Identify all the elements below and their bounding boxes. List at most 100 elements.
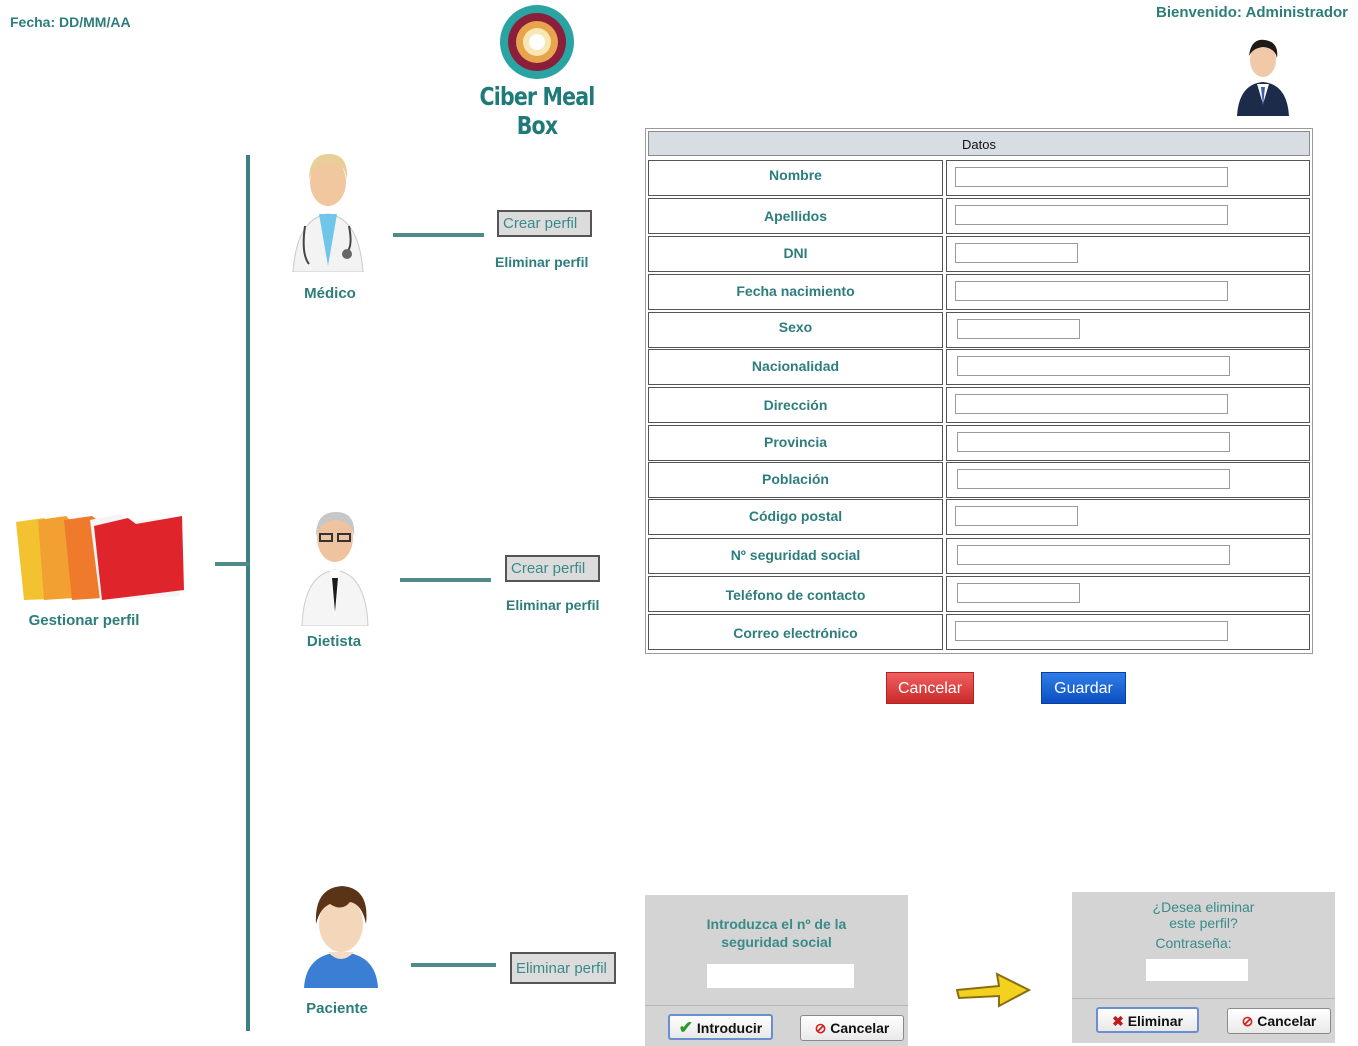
field-cell	[946, 387, 1310, 423]
dialog-prompt-line2: seguridad social	[721, 934, 832, 950]
dialog-delete-cancel-label: Cancelar	[1257, 1013, 1317, 1029]
patient-icon[interactable]	[302, 884, 380, 988]
tree-medico-connector	[393, 233, 484, 237]
form-row-nacionalidad: Nacionalidad	[648, 349, 1310, 385]
form-row-poblacion: Población	[648, 462, 1310, 498]
password-input[interactable]	[1146, 959, 1248, 981]
form-row-correo: Correo electrónico	[648, 614, 1310, 650]
tree-root-connector	[215, 562, 249, 566]
app-logo-text: Ciber Meal Box	[479, 82, 596, 140]
dialog-prompt-line1: Introduzca el nº de la	[706, 916, 847, 932]
folder-icon[interactable]	[10, 510, 186, 602]
tree-dietista-connector	[400, 578, 491, 582]
x-icon: ✖	[1112, 1013, 1124, 1029]
dialog-delete-cancel-button[interactable]: ⊘ Cancelar	[1227, 1008, 1331, 1034]
sexo-input[interactable]	[957, 319, 1080, 339]
tree-vertical-line	[246, 155, 250, 1031]
field-cell	[946, 499, 1310, 535]
field-label: Apellidos	[648, 198, 943, 234]
field-label: Nombre	[648, 160, 943, 196]
eliminar-label: Eliminar	[1127, 1013, 1183, 1029]
field-cell	[946, 198, 1310, 234]
codigo-postal-input[interactable]	[955, 506, 1078, 526]
fecha-nacimiento-input[interactable]	[955, 281, 1228, 301]
arrow-right-icon	[955, 970, 1032, 1010]
field-cell	[946, 462, 1310, 498]
field-label: Código postal	[648, 499, 943, 535]
dietista-label: Dietista	[306, 633, 362, 650]
dialog-question-line2: este perfil?	[1169, 915, 1238, 931]
introducir-label: Introducir	[696, 1020, 763, 1036]
field-label: Correo electrónico	[648, 614, 943, 650]
form-row-seguridad-social: Nº seguridad social	[648, 538, 1310, 574]
form-row-nombre: Nombre	[648, 160, 1310, 196]
form-save-button[interactable]: Guardar	[1041, 672, 1126, 704]
form-header: Datos	[648, 131, 1310, 156]
dietista-delete-profile-link[interactable]: Eliminar perfil	[506, 597, 599, 613]
apellidos-input[interactable]	[955, 205, 1228, 225]
social-security-input[interactable]	[707, 964, 854, 988]
telefono-input[interactable]	[957, 583, 1080, 603]
field-label: Fecha nacimiento	[648, 274, 943, 310]
field-label: Dirección	[648, 387, 943, 423]
form-row-codigo-postal: Código postal	[648, 499, 1310, 535]
cancel-circle-icon: ⊘	[1241, 1013, 1254, 1029]
provincia-input[interactable]	[957, 432, 1230, 452]
field-cell	[946, 576, 1310, 612]
medico-label: Médico	[304, 285, 356, 302]
field-label: Teléfono de contacto	[648, 576, 943, 612]
password-label: Contraseña:	[1155, 935, 1232, 951]
nombre-input[interactable]	[955, 167, 1228, 187]
welcome-label: Bienvenido: Administrador	[1156, 4, 1348, 21]
dni-input[interactable]	[955, 243, 1078, 263]
form-row-direccion: Dirección	[648, 387, 1310, 423]
cancel-circle-icon: ⊘	[814, 1020, 827, 1036]
correo-input[interactable]	[955, 621, 1228, 641]
medico-create-profile-button[interactable]: Crear perfil	[497, 210, 592, 237]
date-label: Fecha: DD/MM/AA	[10, 14, 131, 30]
profile-data-form: Datos Nombre Apellidos DNI Fecha nacimie…	[645, 128, 1313, 654]
direccion-input[interactable]	[955, 394, 1228, 414]
check-icon: ✔	[678, 1018, 693, 1037]
root-label: Gestionar perfil	[28, 612, 140, 629]
delete-confirm-dialog: ¿Desea eliminar este perfil? Contraseña:…	[1072, 892, 1335, 1043]
form-row-telefono: Teléfono de contacto	[648, 576, 1310, 612]
field-label: Sexo	[648, 312, 943, 348]
field-cell	[946, 538, 1310, 574]
form-row-dni: DNI	[648, 236, 1310, 272]
social-security-dialog: Introduzca el nº de la seguridad social …	[645, 895, 908, 1046]
medico-delete-profile-link[interactable]: Eliminar perfil	[495, 254, 588, 270]
field-cell	[946, 349, 1310, 385]
field-label: Población	[648, 462, 943, 498]
field-cell	[946, 312, 1310, 348]
dietista-create-profile-button[interactable]: Crear perfil	[505, 555, 600, 582]
dialog-separator	[1072, 998, 1335, 999]
seguridad-social-input[interactable]	[957, 545, 1230, 565]
nacionalidad-input[interactable]	[957, 356, 1230, 376]
field-label: Provincia	[648, 425, 943, 461]
admin-avatar-icon[interactable]	[1233, 32, 1293, 116]
form-row-sexo: Sexo	[648, 312, 1310, 348]
form-cancel-button[interactable]: Cancelar	[886, 672, 974, 704]
field-cell	[946, 236, 1310, 272]
form-row-apellidos: Apellidos	[648, 198, 1310, 234]
introducir-button[interactable]: ✔ Introducir	[668, 1014, 773, 1040]
field-cell	[946, 274, 1310, 310]
field-label: Nº seguridad social	[648, 538, 943, 574]
field-cell	[946, 614, 1310, 650]
dialog-ss-cancel-button[interactable]: ⊘ Cancelar	[800, 1015, 904, 1041]
field-label: DNI	[648, 236, 943, 272]
dietitian-icon[interactable]	[294, 508, 376, 627]
field-cell	[946, 160, 1310, 196]
field-cell	[946, 425, 1310, 461]
form-row-fecha-nacimiento: Fecha nacimiento	[648, 274, 1310, 310]
dialog-separator	[645, 1005, 908, 1006]
paciente-label: Paciente	[306, 1000, 368, 1017]
paciente-delete-profile-button[interactable]: Eliminar perfil	[510, 952, 616, 984]
poblacion-input[interactable]	[957, 469, 1230, 489]
field-label: Nacionalidad	[648, 349, 943, 385]
dialog-ss-cancel-label: Cancelar	[830, 1020, 890, 1036]
doctor-icon[interactable]	[287, 150, 369, 273]
eliminar-button[interactable]: ✖ Eliminar	[1096, 1007, 1199, 1033]
tree-paciente-connector	[411, 963, 496, 967]
